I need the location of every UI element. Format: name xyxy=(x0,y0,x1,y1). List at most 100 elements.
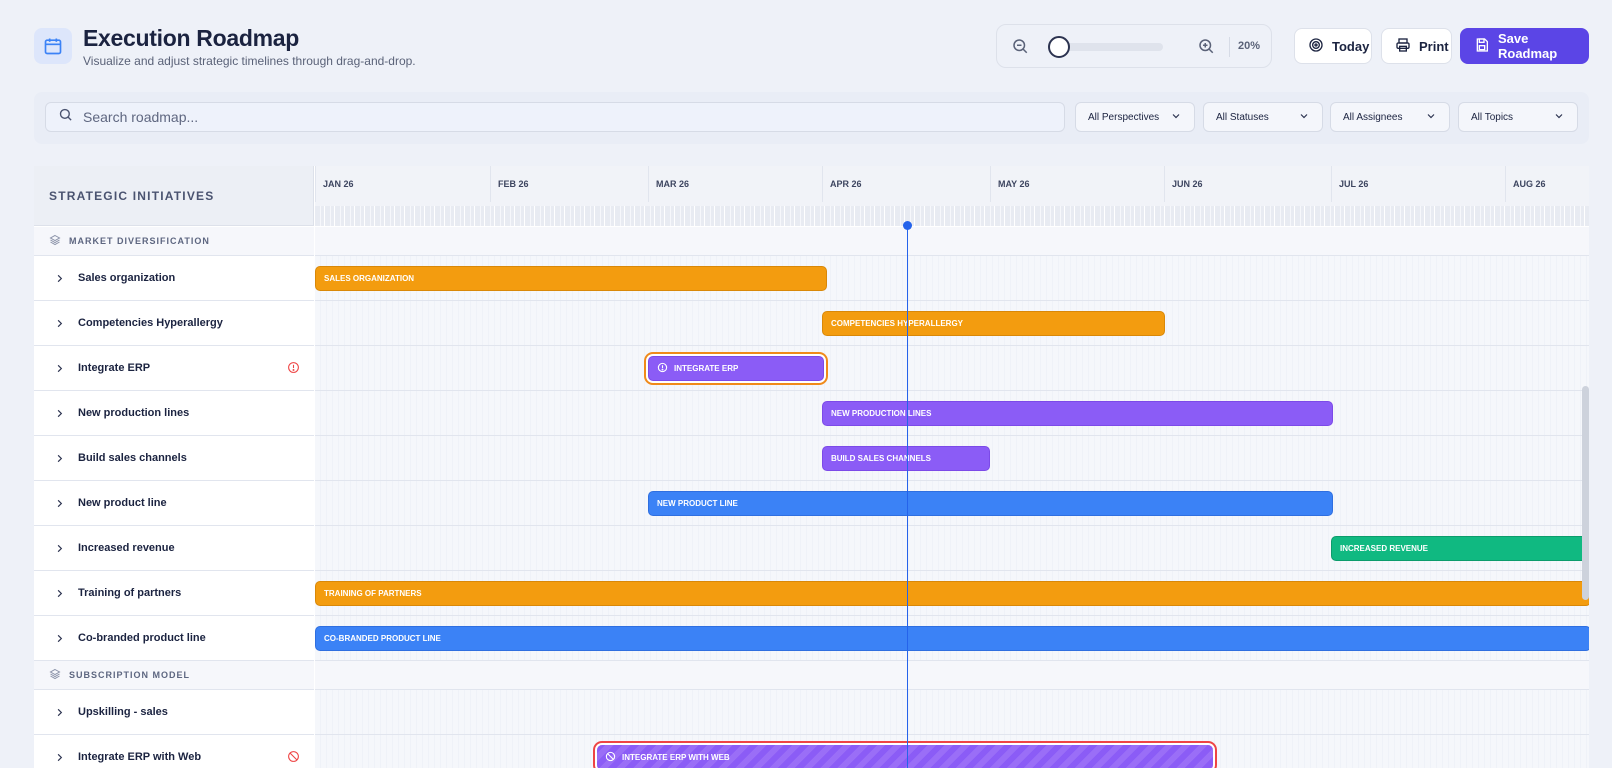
chevron-right-icon[interactable] xyxy=(54,543,78,554)
month-divider xyxy=(822,166,823,202)
initiatives-list: MARKET DIVERSIFICATION Sales organizatio… xyxy=(34,227,314,768)
chevron-right-icon[interactable] xyxy=(54,318,78,329)
timeline-row: INCREASED REVENUE xyxy=(315,526,1589,571)
chevron-right-icon[interactable] xyxy=(54,273,78,284)
group-header[interactable]: MARKET DIVERSIFICATION xyxy=(34,227,314,256)
month-label: AUG 26 xyxy=(1513,179,1546,189)
bar-label: INTEGRATE ERP WITH WEB xyxy=(622,753,730,762)
month-divider xyxy=(1164,166,1165,202)
print-button-label: Print xyxy=(1419,38,1449,54)
day-strip xyxy=(315,206,1589,226)
month-label: APR 26 xyxy=(830,179,862,189)
save-roadmap-button[interactable]: Save Roadmap xyxy=(1460,28,1589,64)
search-icon xyxy=(58,107,73,127)
blocked-icon xyxy=(605,751,616,764)
layers-icon xyxy=(49,668,61,682)
timeline-bar[interactable]: COMPETENCIES HYPERALLERGY xyxy=(822,311,1165,336)
month-divider xyxy=(490,166,491,202)
bar-label: COMPETENCIES HYPERALLERGY xyxy=(831,319,964,328)
zoom-divider xyxy=(1229,37,1230,57)
chevron-right-icon[interactable] xyxy=(54,752,78,763)
bar-label: TRAINING OF PARTNERS xyxy=(324,589,422,598)
initiative-row[interactable]: Upskilling - sales xyxy=(34,690,314,735)
initiative-row[interactable]: Competencies Hyperallergy xyxy=(34,301,314,346)
initiative-row[interactable]: Training of partners xyxy=(34,571,314,616)
month-label: JAN 26 xyxy=(323,179,354,189)
timeline-row: TRAINING OF PARTNERS xyxy=(315,571,1589,616)
initiative-name: Integrate ERP xyxy=(78,362,151,374)
alert-icon xyxy=(287,361,300,377)
initiative-row[interactable]: Co-branded product line xyxy=(34,616,314,661)
chevron-right-icon[interactable] xyxy=(54,408,78,419)
print-button[interactable]: Print xyxy=(1381,28,1452,64)
initiative-row[interactable]: New product line xyxy=(34,481,314,526)
chevron-down-icon xyxy=(1298,110,1310,125)
group-header[interactable]: SUBSCRIPTION MODEL xyxy=(34,661,314,690)
timeline-row: COMPETENCIES HYPERALLERGY xyxy=(315,301,1589,346)
initiatives-header-label: STRATEGIC INITIATIVES xyxy=(49,189,215,203)
group-timeline-row xyxy=(315,661,1589,690)
month-label: JUN 26 xyxy=(1172,179,1203,189)
statuses-filter[interactable]: All Statuses xyxy=(1203,102,1323,132)
chevron-right-icon[interactable] xyxy=(54,498,78,509)
search-box[interactable] xyxy=(45,102,1065,132)
zoom-value: 20% xyxy=(1237,40,1261,52)
blocked-icon xyxy=(287,750,300,766)
group-timeline-row xyxy=(315,227,1589,256)
alert-icon xyxy=(657,362,668,375)
chevron-right-icon[interactable] xyxy=(54,588,78,599)
timeline-bar[interactable]: TRAINING OF PARTNERS xyxy=(315,581,1589,606)
timeline-bar[interactable]: NEW PRODUCTION LINES xyxy=(822,401,1333,426)
chevron-down-icon xyxy=(1425,110,1437,125)
zoom-control: 20% xyxy=(996,24,1272,68)
zoom-slider-thumb[interactable] xyxy=(1047,36,1070,58)
timeline-bar[interactable]: INCREASED REVENUE xyxy=(1331,536,1589,561)
vertical-scrollbar[interactable] xyxy=(1582,386,1589,600)
gantt-chart: STRATEGIC INITIATIVES JAN 26 FEB 26 MAR … xyxy=(34,166,1589,768)
month-divider xyxy=(1331,166,1332,202)
initiative-row[interactable]: Build sales channels xyxy=(34,436,314,481)
initiative-name: Competencies Hyperallergy xyxy=(78,317,223,329)
month-divider xyxy=(1505,166,1506,202)
today-button[interactable]: Today xyxy=(1294,28,1372,64)
zoom-out-icon[interactable] xyxy=(1011,37,1029,60)
initiative-name: Build sales channels xyxy=(78,452,187,464)
timeline-bar[interactable]: SALES ORGANIZATION xyxy=(315,266,827,291)
bar-label: SALES ORGANIZATION xyxy=(324,274,415,283)
timeline-bar[interactable]: NEW PRODUCT LINE xyxy=(648,491,1333,516)
today-button-label: Today xyxy=(1332,38,1370,54)
chevron-right-icon[interactable] xyxy=(54,707,78,718)
topics-filter[interactable]: All Topics xyxy=(1458,102,1578,132)
group-name: SUBSCRIPTION MODEL xyxy=(69,670,191,680)
timeline-bar[interactable]: BUILD SALES CHANNELS xyxy=(822,446,990,471)
bar-label: INTEGRATE ERP xyxy=(674,364,739,373)
assignees-filter[interactable]: All Assignees xyxy=(1330,102,1450,132)
timeline-bar[interactable]: CO-BRANDED PRODUCT LINE xyxy=(315,626,1589,651)
chevron-right-icon[interactable] xyxy=(54,363,78,374)
statuses-filter-label: All Statuses xyxy=(1216,111,1269,123)
timeline-row: NEW PRODUCT LINE xyxy=(315,481,1589,526)
page-title: Execution Roadmap xyxy=(83,25,299,51)
initiative-row[interactable]: Increased revenue xyxy=(34,526,314,571)
initiative-row[interactable]: New production lines xyxy=(34,391,314,436)
zoom-in-icon[interactable] xyxy=(1197,37,1215,60)
bar-label: BUILD SALES CHANNELS xyxy=(831,454,932,463)
timeline-bar[interactable]: INTEGRATE ERP WITH WEB xyxy=(597,745,1213,768)
initiative-row[interactable]: Integrate ERP with Web xyxy=(34,735,314,768)
timeline-row: CO-BRANDED PRODUCT LINE xyxy=(315,616,1589,661)
chevron-right-icon[interactable] xyxy=(54,453,78,464)
timeline-rows: SALES ORGANIZATION COMPETENCIES HYPERALL… xyxy=(315,227,1589,768)
bar-label: NEW PRODUCT LINE xyxy=(657,499,738,508)
initiative-row[interactable]: Integrate ERP xyxy=(34,346,314,391)
month-divider xyxy=(990,166,991,202)
page-subtitle: Visualize and adjust strategic timelines… xyxy=(83,54,416,68)
initiative-row[interactable]: Sales organization xyxy=(34,256,314,301)
perspectives-filter[interactable]: All Perspectives xyxy=(1075,102,1195,132)
timeline-bar[interactable]: INTEGRATE ERP xyxy=(648,356,824,381)
bar-label: CO-BRANDED PRODUCT LINE xyxy=(324,634,441,643)
zoom-slider-track[interactable] xyxy=(1053,43,1163,51)
search-input[interactable] xyxy=(83,109,983,125)
month-label: FEB 26 xyxy=(498,179,529,189)
timeline-row xyxy=(315,690,1589,735)
chevron-right-icon[interactable] xyxy=(54,633,78,644)
